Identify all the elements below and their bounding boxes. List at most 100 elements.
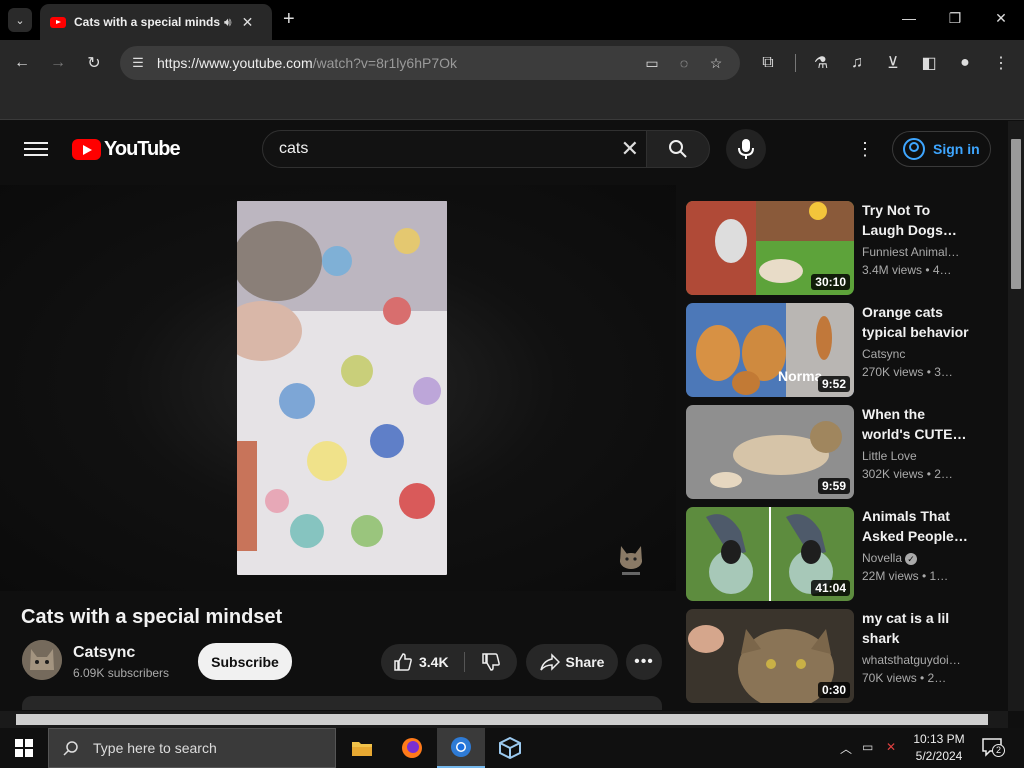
browser-tab[interactable]: Cats with a special mindset 🔊︎ ✕ <box>40 4 272 40</box>
bookmark-star-icon[interactable]: ☆ <box>706 53 726 73</box>
recommended-video[interactable]: Norma 9:52 Orange cats typical behavior … <box>686 303 976 398</box>
taskbar-search-placeholder: Type here to search <box>93 740 217 756</box>
recommended-title[interactable]: When the world's CUTE… <box>862 404 972 444</box>
hamburger-menu-icon[interactable] <box>24 138 48 160</box>
profile-icon[interactable]: ● <box>952 50 978 76</box>
share-arrow-icon <box>539 653 560 671</box>
sign-in-button[interactable]: Sign in <box>892 131 991 167</box>
close-tab-icon[interactable]: ✕ <box>242 14 254 31</box>
share-label: Share <box>565 654 605 670</box>
url-text[interactable]: https://www.youtube.com/watch?v=8r1ly6hP… <box>157 55 457 71</box>
restore-button[interactable]: ❐ <box>940 10 970 27</box>
search-input[interactable] <box>277 139 597 159</box>
subscribe-button[interactable]: Subscribe <box>198 643 292 680</box>
clear-search-icon[interactable]: ✕ <box>621 137 639 161</box>
extensions-icon[interactable]: ⧉ <box>755 50 781 76</box>
recommended-video[interactable]: 0:30 my cat is a lil shark whatsthatguyd… <box>686 609 976 704</box>
youtube-wordmark: YouTube <box>104 138 181 160</box>
close-window-button[interactable]: ✕ <box>986 10 1016 27</box>
youtube-play-icon <box>72 139 101 160</box>
recommended-channel[interactable]: Funniest Animal… <box>862 245 962 259</box>
description-box[interactable] <box>22 696 662 710</box>
network-icon[interactable]: ▭ <box>862 740 873 754</box>
speaker-icon[interactable]: 🔊︎ <box>224 15 232 30</box>
new-tab-button[interactable]: + <box>283 9 295 29</box>
cat-face-icon <box>620 546 642 575</box>
media-controls-icon[interactable]: ♫ <box>844 50 870 76</box>
more-actions-button[interactable]: ••• <box>626 644 662 680</box>
channel-avatar[interactable] <box>22 640 62 680</box>
video-thumbnail[interactable]: Norma 9:52 <box>686 303 854 397</box>
back-arrow-icon[interactable]: ← <box>9 50 35 76</box>
settings-kebab-icon[interactable]: ⋮ <box>856 138 874 160</box>
horizontal-scrollbar-thumb[interactable] <box>16 714 988 725</box>
volume-muted-icon[interactable]: ✕ <box>886 740 896 754</box>
recommended-channel[interactable]: Catsync <box>862 347 962 361</box>
recommended-title[interactable]: Orange cats typical behavior <box>862 302 972 342</box>
virtualbox-app[interactable] <box>486 728 534 768</box>
recommended-meta: 70K views • 2… <box>862 671 947 685</box>
youtube-favicon-icon <box>50 16 66 28</box>
share-button[interactable]: Share <box>526 644 618 680</box>
reload-icon[interactable]: ↻ <box>81 50 107 76</box>
video-thumbnail[interactable]: 41:04 <box>686 507 854 601</box>
address-bar[interactable]: ☰ https://www.youtube.com/watch?v=8r1ly6… <box>120 46 740 80</box>
vertical-scrollbar-thumb[interactable] <box>1011 139 1021 289</box>
cat-avatar-icon <box>22 640 62 680</box>
taskbar-clock[interactable]: 10:13 PM 5/2/2024 <box>906 731 972 765</box>
side-panel-icon[interactable]: ◧ <box>916 50 942 76</box>
search-button[interactable] <box>646 130 710 168</box>
dislike-button[interactable] <box>465 644 517 680</box>
channel-name[interactable]: Catsync <box>73 644 135 662</box>
notification-count-badge: 2 <box>992 744 1005 757</box>
video-thumbnail[interactable]: 9:59 <box>686 405 854 499</box>
recommended-meta: 22M views • 1… <box>862 569 949 583</box>
firefox-app[interactable] <box>388 728 436 768</box>
recommended-title[interactable]: Try Not To Laugh Dogs… <box>862 200 972 240</box>
forward-arrow-icon[interactable]: → <box>45 50 71 76</box>
youtube-logo[interactable]: YouTube <box>72 138 181 161</box>
recommended-channel[interactable]: Little Love <box>862 449 962 463</box>
horizontal-scrollbar[interactable] <box>0 711 1008 728</box>
recommended-video[interactable]: 9:59 When the world's CUTE… Little Love … <box>686 405 976 500</box>
recommended-meta: 302K views • 2… <box>862 467 953 481</box>
search-box[interactable]: ✕ <box>262 130 648 168</box>
recommended-video[interactable]: 30:10 Try Not To Laugh Dogs… Funniest An… <box>686 201 976 296</box>
tab-search-button[interactable]: ⌄ <box>8 8 32 32</box>
chrome-menu-icon[interactable]: ⋮ <box>988 50 1014 76</box>
eye-off-icon[interactable]: ◌ <box>674 53 694 73</box>
vertical-scrollbar[interactable] <box>1008 121 1024 711</box>
chrome-app[interactable] <box>437 728 485 768</box>
sign-in-label: Sign in <box>933 141 980 157</box>
video-thumbnail[interactable]: 0:30 <box>686 609 854 703</box>
start-button[interactable] <box>0 728 48 768</box>
clock-time: 10:13 PM <box>913 732 965 746</box>
minimize-button[interactable]: — <box>894 10 924 26</box>
file-explorer-app[interactable] <box>338 728 386 768</box>
taskbar-search-box[interactable]: Type here to search <box>48 728 336 768</box>
labs-flask-icon[interactable]: ⚗ <box>808 50 834 76</box>
recommended-channel[interactable]: Novella ✓ <box>862 551 962 565</box>
recommended-title[interactable]: my cat is a lil shark <box>862 608 972 648</box>
browser-tab-strip: ⌄ Cats with a special mindset 🔊︎ ✕ + — ❐… <box>0 0 1024 40</box>
folder-icon <box>352 742 372 756</box>
chrome-icon <box>451 737 471 757</box>
site-info-icon[interactable]: ☰ <box>128 53 148 73</box>
account-circle-icon <box>903 138 925 160</box>
download-icon[interactable]: ⊻ <box>880 50 906 76</box>
voice-search-button[interactable] <box>726 129 766 169</box>
like-button[interactable]: 3.4K <box>381 644 463 680</box>
cast-icon[interactable]: ▭ <box>642 53 662 73</box>
recommended-title[interactable]: Animals That Asked People… <box>862 506 972 546</box>
video-thumbnail[interactable]: 30:10 <box>686 201 854 295</box>
video-frame-image <box>237 201 447 575</box>
recommended-video[interactable]: 41:04 Animals That Asked People… Novella… <box>686 507 976 602</box>
video-duration: 9:59 <box>817 478 850 494</box>
video-frame[interactable] <box>237 201 447 575</box>
firefox-icon <box>402 738 422 758</box>
notification-center-icon[interactable]: 2 <box>982 738 1005 758</box>
video-duration: 9:52 <box>817 376 850 392</box>
recommended-channel[interactable]: whatsthatguydoi… <box>862 653 962 667</box>
channel-watermark-icon[interactable] <box>616 542 646 578</box>
show-hidden-icons-chevron-icon[interactable]: ︿ <box>840 740 852 757</box>
